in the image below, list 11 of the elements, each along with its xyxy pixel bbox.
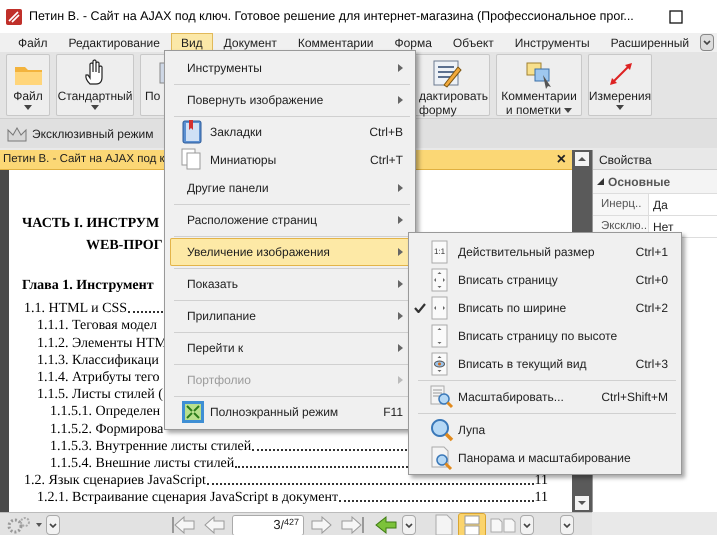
heading-text: ЧАСТЬ I. ИНСТРУМ [22, 215, 160, 233]
property-value: Нет [652, 218, 674, 236]
panel-title: Свойства [599, 152, 652, 168]
icon-label: 1:1 [434, 248, 446, 256]
menu-item: Портфолио [170, 366, 410, 394]
chapter-heading: Глава 1. Инструмент [22, 277, 154, 295]
page-count: /$^{427}$ [280, 516, 299, 534]
property-name: Инерц.. [593, 194, 649, 215]
window-title: Петин В. - Сайт на AJAX под ключ. Готовое решение для интернет-магазина (Профессиональное прог... [29, 8, 634, 26]
heading-text: WEB-ПРОГ [86, 237, 162, 255]
property-value: Да [652, 196, 668, 214]
